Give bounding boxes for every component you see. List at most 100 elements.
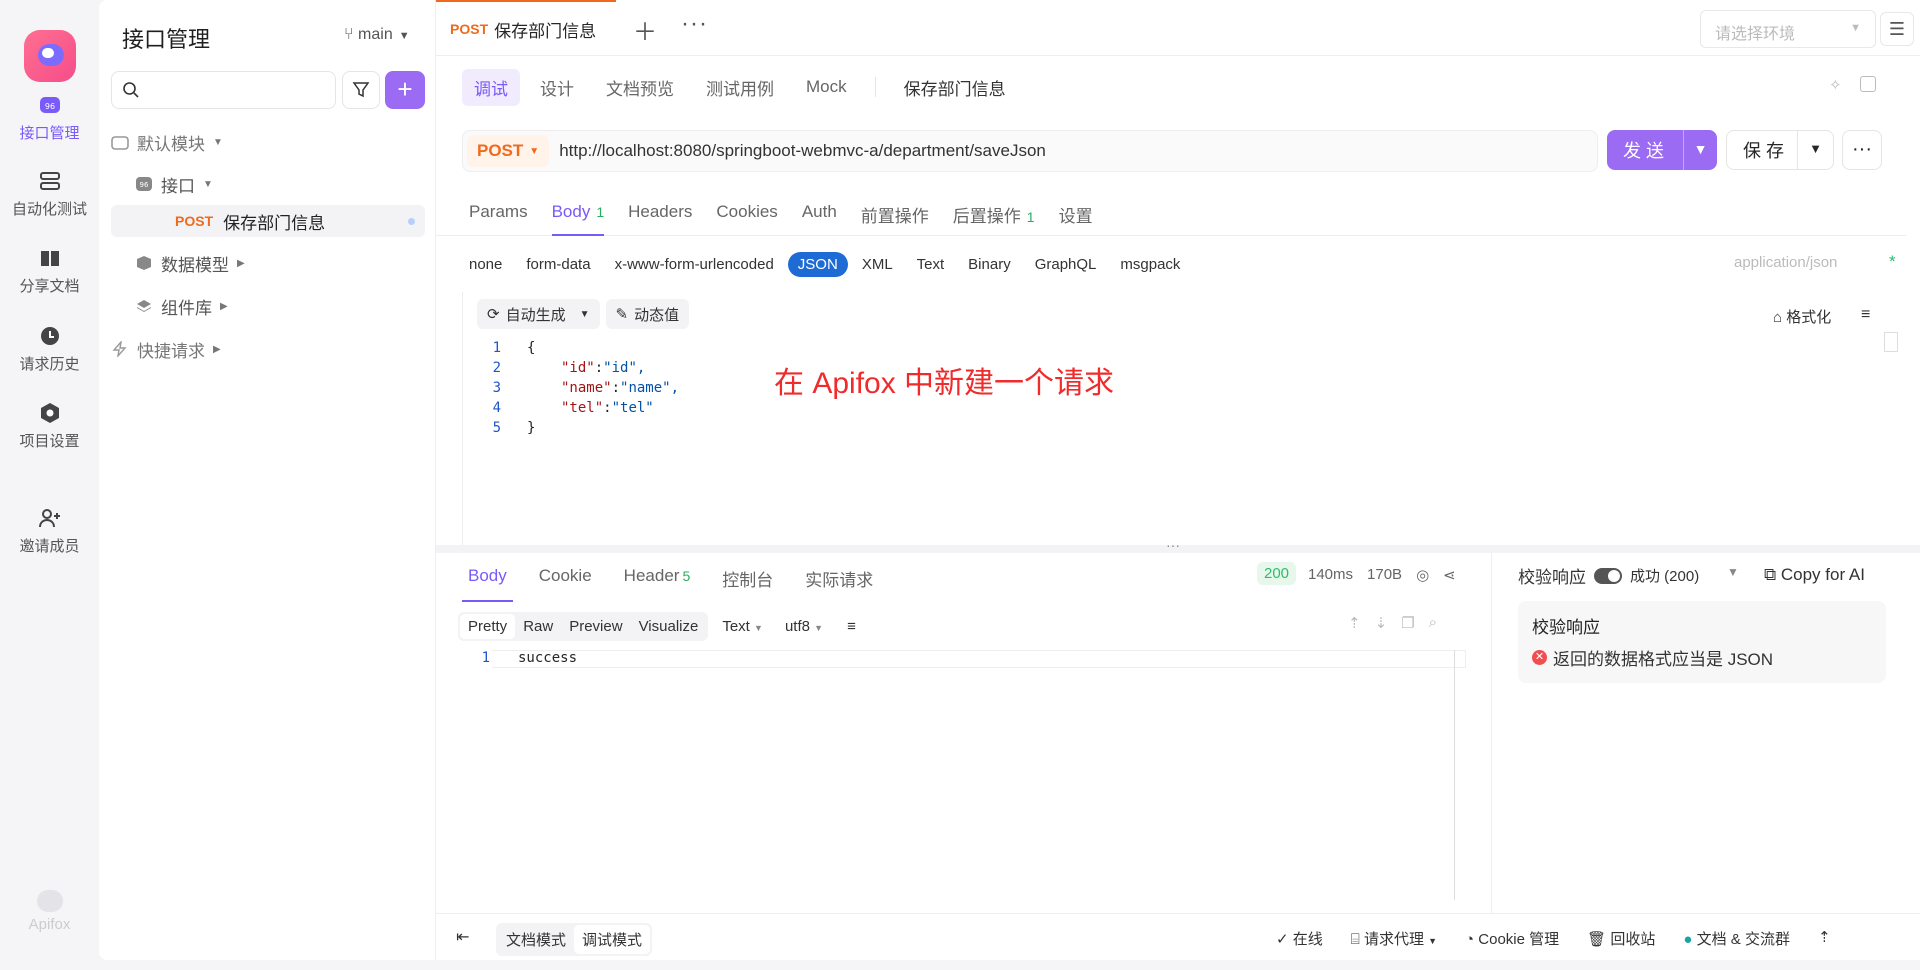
debug-mode-button[interactable]: 调试模式 [574,925,651,954]
tab-cookies[interactable]: Cookies [716,196,777,236]
rail-item-history[interactable]: 请求历史 [0,325,99,374]
caret-icon: ▶ [237,257,245,269]
send-dropdown-icon[interactable]: ▼ [1683,130,1717,170]
upload-arrow-icon[interactable]: ⇡ [1818,928,1831,949]
body-type-binary[interactable]: Binary [958,252,1021,277]
validation-result-card: 校验响应 ✕ 返回的数据格式应当是 JSON [1518,601,1886,683]
validate-toggle[interactable] [1594,567,1622,584]
code-line: { [527,340,536,356]
body-type-xml[interactable]: XML [852,252,903,277]
resp-tab-actual-request[interactable]: 实际请求 [799,560,879,602]
tab-settings[interactable]: 设置 [1059,196,1093,236]
cube-icon [137,256,151,270]
new-tab-plus-icon[interactable]: ＋ [633,12,657,47]
drag-handle-icon[interactable]: ··· [1166,537,1180,553]
view-raw[interactable]: Raw [515,614,561,639]
format-select[interactable]: Text ▼ [722,618,763,635]
tree-item-save-department[interactable]: POST 保存部门信息 [111,205,425,237]
divider [874,77,876,97]
body-type-text[interactable]: Text [907,252,955,277]
send-button[interactable]: 发 送 ▼ [1607,130,1717,170]
menu-icon[interactable]: ☰ [1880,12,1914,46]
save-button[interactable]: 保 存 ▼ [1726,130,1834,170]
globe-icon[interactable]: ◎ [1416,566,1429,584]
subtab-doc-preview[interactable]: 文档预览 [594,69,686,106]
dynamic-value-button[interactable]: ✎ 动态值 [605,299,690,329]
subtab-test-cases[interactable]: 测试用例 [694,69,786,106]
tab-pre-processors[interactable]: 前置操作 [861,196,929,236]
more-tabs-icon[interactable]: ··· [681,10,708,38]
tree-item-data-model[interactable]: 数据模型 ▶ [111,247,425,279]
subtab-design[interactable]: 设计 [528,69,586,106]
response-view-bar: Pretty Raw Preview Visualize Text ▼ utf8… [458,612,856,641]
wrap-lines-icon[interactable]: ≡ [847,618,856,635]
format-button[interactable]: ⌂ 格式化 [1773,306,1831,327]
copy-for-ai-button[interactable]: ⧉ Copy for AI [1764,565,1865,585]
download-icon[interactable]: ⇣ [1375,614,1388,632]
body-type-urlencoded[interactable]: x-www-form-urlencoded [605,252,784,277]
environment-select[interactable]: 请选择环境 ▼ [1700,10,1876,48]
response-line-highlight [492,650,1466,668]
body-type-none[interactable]: none [459,252,512,277]
resp-tab-cookie[interactable]: Cookie [533,560,598,602]
apifox-logo[interactable] [24,30,76,82]
view-preview[interactable]: Preview [561,614,630,639]
online-status[interactable]: ✓ 在线 [1276,928,1323,949]
rail-item-api-management[interactable]: 96 接口管理 [0,94,99,143]
tree-item-default-module[interactable]: 默认模块 ▼ [111,126,425,158]
body-type-json[interactable]: JSON [787,252,848,277]
view-visualize[interactable]: Visualize [631,614,707,639]
auto-generate-button[interactable]: ⟳ 自动生成 ▼ [477,299,600,329]
tab-post-processors[interactable]: 后置操作 1 [953,196,1035,236]
branch-select[interactable]: ⑂ main ▼ [344,26,410,44]
pin-icon[interactable]: ✧ [1829,76,1842,94]
trash-bin[interactable]: 🗑 回收站 [1587,928,1655,949]
subtab-mock[interactable]: Mock [794,71,859,103]
tab-params[interactable]: Params [469,196,528,236]
request-proxy[interactable]: ⌸ 请求代理 ▼ [1351,928,1437,949]
copy-icon[interactable]: ❐ [1401,614,1414,632]
docs-community[interactable]: ● 文档 & 交流群 [1683,928,1790,949]
tree-item-quick-request[interactable]: 快捷请求 ▶ [111,333,425,365]
tab-body[interactable]: Body 1 [551,196,605,236]
subtab-debug[interactable]: 调试 [462,68,520,106]
doc-mode-button[interactable]: 文档模式 [498,925,574,954]
filter-button[interactable] [342,71,380,109]
body-type-graphql[interactable]: GraphQL [1025,252,1107,277]
encoding-select[interactable]: utf8 ▼ [785,618,823,635]
rail-item-invite[interactable]: 邀请成员 [0,507,99,556]
tab-save-department[interactable]: POST 保存部门信息 [436,0,616,56]
wrap-lines-icon[interactable]: ≡ [1861,306,1870,324]
tree-item-api-folder[interactable]: 96 接口 ▼ [111,168,425,200]
tab-auth[interactable]: Auth [802,196,837,236]
cookie-manager[interactable]: ◔ Cookie 管理 [1465,928,1559,949]
validate-status-select[interactable]: 成功 (200) [1630,565,1699,586]
tree-item-components[interactable]: 组件库 ▶ [111,290,425,322]
resp-tab-console[interactable]: 控制台 [716,560,779,602]
view-pretty[interactable]: Pretty [460,614,516,639]
resp-tab-body[interactable]: Body [462,560,513,602]
rail-item-share-docs[interactable]: 分享文档 [0,247,99,296]
body-type-msgpack[interactable]: msgpack [1110,252,1190,277]
endpoint-name[interactable]: 保存部门信息 [892,69,1018,106]
more-options-icon[interactable]: ··· [1842,130,1882,170]
add-button[interactable]: + [385,71,425,109]
panel-splitter[interactable]: ··· [436,537,1920,553]
sidebar-search-input[interactable] [111,71,336,109]
upload-icon[interactable]: ⇡ [1348,614,1361,632]
chevron-down-icon[interactable]: ▼ [1727,565,1739,579]
collapse-sidebar-icon[interactable]: ⇤ [456,927,469,947]
tab-headers[interactable]: Headers [628,196,692,236]
save-dropdown-icon[interactable]: ▼ [1797,131,1833,169]
search-icon[interactable]: ⌕ [1429,614,1437,632]
url-input[interactable]: http://localhost:8080/springboot-webmvc-… [559,141,1046,161]
method-select[interactable]: POST ▼ [467,135,550,167]
chevron-down-icon[interactable]: ▼ [580,309,590,320]
resp-tab-header[interactable]: Header 5 [618,560,697,602]
rail-item-automation[interactable]: 自动化测试 [0,170,99,219]
panel-toggle-icon[interactable] [1860,76,1876,92]
body-editor[interactable]: ⟳ 自动生成 ▼ ✎ 动态值 ⌂ 格式化 ≡ 1{ 2 "id":"id", 3 "… [462,292,1898,545]
body-type-form-data[interactable]: form-data [516,252,600,277]
rail-item-project-settings[interactable]: 项目设置 [0,402,99,451]
share-icon[interactable]: ⋖ [1443,566,1456,584]
